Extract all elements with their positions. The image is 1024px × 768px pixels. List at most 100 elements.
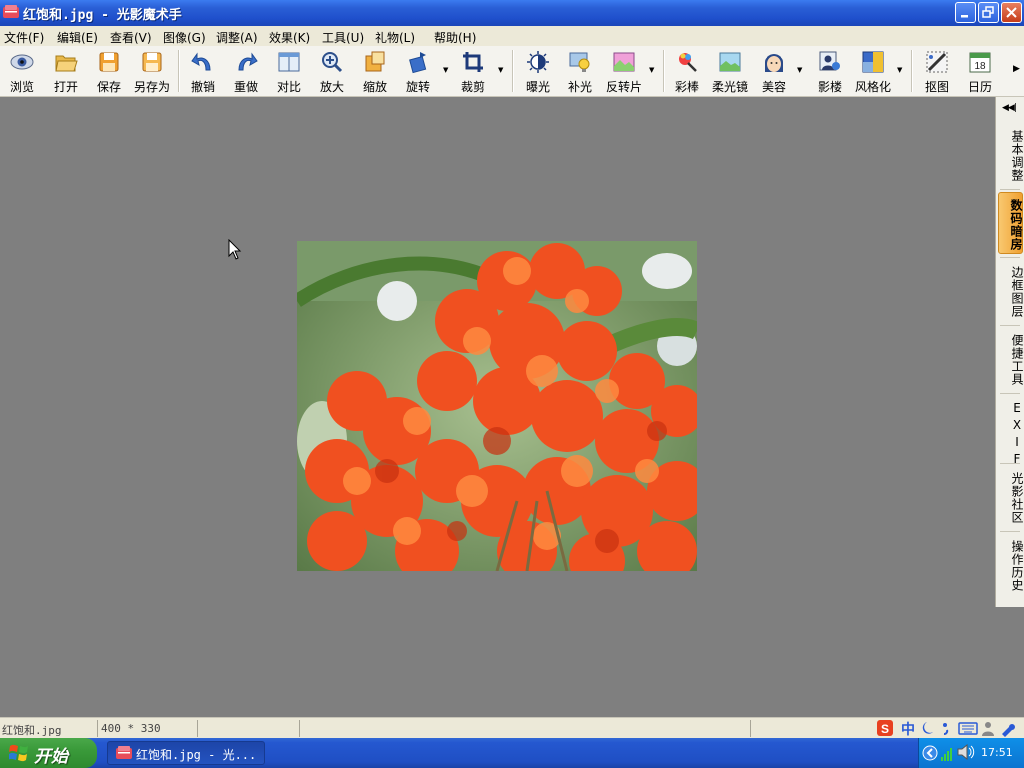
toolbar-overflow-icon[interactable]: ▶: [1013, 64, 1020, 74]
right-side-panel: ◀◀| 基本调整 数码暗房 边框图层 便捷工具 EXIF 光影社区 操作历史: [995, 97, 1024, 607]
windows-logo-icon: [9, 744, 28, 762]
taskbar-item-photo-editor[interactable]: 红饱和.jpg - 光...: [107, 741, 265, 765]
save-icon: [99, 52, 119, 72]
ime-toolbar: S 中: [875, 718, 1024, 739]
open-button[interactable]: 打开: [44, 48, 88, 94]
status-filename: 红饱和.jpg: [2, 724, 62, 737]
app-icon: [116, 746, 132, 759]
stylize-label: 风格化: [854, 80, 891, 94]
taskbar: 开始 红饱和.jpg - 光... 17:51: [0, 738, 1024, 768]
cutout-button[interactable]: 抠图: [915, 48, 959, 94]
calendar-icon: 18: [969, 52, 991, 73]
collapse-panel-icon[interactable]: ◀◀|: [1002, 103, 1017, 113]
status-bar: 红饱和.jpg 400 * 330 S 中: [0, 717, 1024, 739]
beauty-label: 美容: [761, 80, 786, 94]
resize-button[interactable]: 缩放: [353, 48, 397, 94]
exposure-label: 曝光: [525, 80, 550, 94]
tab-separator: [1000, 463, 1020, 464]
start-label: 开始: [34, 747, 68, 767]
fill-light-icon: [569, 52, 590, 72]
soft-focus-icon: [719, 52, 741, 72]
cutout-icon: [926, 51, 948, 73]
soft-focus-button[interactable]: 柔光镜: [708, 48, 752, 94]
rotate-label: 旋转: [405, 80, 430, 94]
stylize-dropdown-icon[interactable]: ▼: [897, 66, 905, 74]
face-icon: [765, 54, 783, 72]
zoom-in-button[interactable]: 放大: [310, 48, 354, 94]
folder-open-icon: [55, 55, 78, 72]
studio-icon: [819, 51, 840, 71]
menu-image[interactable]: 图像(G): [163, 29, 206, 46]
menu-tools[interactable]: 工具(U): [322, 29, 364, 46]
menu-file[interactable]: 文件(F): [4, 29, 44, 46]
signal-strength-icon[interactable]: [941, 744, 955, 762]
fill-light-label: 补光: [567, 80, 592, 94]
compare-label: 对比: [276, 80, 301, 94]
menu-effects[interactable]: 效果(K): [269, 29, 310, 46]
menu-bar: 文件(F) 编辑(E) 查看(V) 图像(G) 调整(A) 效果(K) 工具(U…: [0, 26, 1024, 47]
clock[interactable]: 17:51: [981, 746, 1013, 759]
reversal-film-dropdown-icon[interactable]: ▼: [649, 66, 657, 74]
menu-edit[interactable]: 编辑(E): [57, 29, 98, 46]
tray-expand-icon[interactable]: [922, 745, 938, 761]
mouse-cursor-icon: [228, 239, 242, 260]
toolbar-separator: [911, 50, 913, 92]
tab-history[interactable]: 操作历史: [998, 537, 1024, 595]
taskbar-item-label: 红饱和.jpg - 光...: [136, 748, 257, 762]
tab-border-layers[interactable]: 边框图层: [998, 263, 1024, 321]
studio-button[interactable]: 影楼: [808, 48, 852, 94]
save-button[interactable]: 保存: [87, 48, 131, 94]
calendar-button[interactable]: 18 日历: [958, 48, 1002, 94]
start-button[interactable]: 开始: [0, 738, 97, 768]
tab-basic-adjust[interactable]: 基本调整: [998, 127, 1024, 185]
tab-handy-tools[interactable]: 便捷工具: [998, 331, 1024, 389]
tab-exif[interactable]: EXIF: [998, 401, 1024, 469]
browse-button[interactable]: 浏览: [0, 48, 44, 94]
calendar-day-text: 18: [974, 61, 986, 72]
eye-icon: [10, 54, 34, 70]
redo-label: 重做: [233, 80, 258, 94]
close-button[interactable]: [1001, 2, 1022, 23]
compare-icon: [278, 52, 300, 72]
beauty-button[interactable]: 美容: [752, 48, 796, 94]
title-bar: 红饱和.jpg - 光影魔术手: [0, 0, 1024, 26]
image-canvas[interactable]: [0, 97, 995, 717]
rotate-button[interactable]: 旋转: [396, 48, 440, 94]
menu-gifts[interactable]: 礼物(L): [375, 29, 415, 46]
menu-view[interactable]: 查看(V): [110, 29, 152, 46]
menu-adjust[interactable]: 调整(A): [216, 29, 258, 46]
stylize-button[interactable]: 风格化: [851, 48, 895, 94]
tab-digital-darkroom[interactable]: 数码暗房: [998, 192, 1023, 254]
exposure-button[interactable]: 曝光: [516, 48, 560, 94]
redo-button[interactable]: 重做: [224, 48, 268, 94]
save-as-label: 另存为: [133, 80, 170, 94]
save-as-button[interactable]: 另存为: [130, 48, 174, 94]
undo-button[interactable]: 撤销: [181, 48, 225, 94]
color-pencil-button[interactable]: 彩棒: [665, 48, 709, 94]
crop-dropdown-icon[interactable]: ▼: [498, 66, 506, 74]
compare-button[interactable]: 对比: [267, 48, 311, 94]
reversal-film-button[interactable]: 反转片: [602, 48, 646, 94]
beauty-dropdown-icon[interactable]: ▼: [797, 66, 805, 74]
tab-separator: [1000, 257, 1020, 258]
volume-icon[interactable]: [957, 744, 975, 760]
browse-label: 浏览: [9, 80, 34, 94]
system-tray: 17:51: [918, 738, 1024, 768]
tab-separator: [1000, 189, 1020, 190]
toolbar-separator: [512, 50, 514, 92]
undo-icon: [191, 52, 211, 71]
app-icon: [3, 5, 19, 18]
photo-osmanthus: [297, 241, 697, 571]
exposure-icon: [527, 51, 549, 73]
minimize-button[interactable]: [955, 2, 976, 23]
tab-community[interactable]: 光影社区: [998, 469, 1024, 527]
rotate-dropdown-icon[interactable]: ▼: [443, 66, 451, 74]
minimize-icon: [961, 15, 968, 18]
menu-help[interactable]: 帮助(H): [434, 29, 476, 46]
fill-light-button[interactable]: 补光: [558, 48, 602, 94]
close-icon: [1006, 7, 1017, 18]
window-title: 红饱和.jpg - 光影魔术手: [23, 8, 182, 23]
crop-button[interactable]: 裁剪: [451, 48, 495, 94]
restore-button[interactable]: [978, 2, 999, 23]
soft-focus-label: 柔光镜: [711, 80, 748, 94]
